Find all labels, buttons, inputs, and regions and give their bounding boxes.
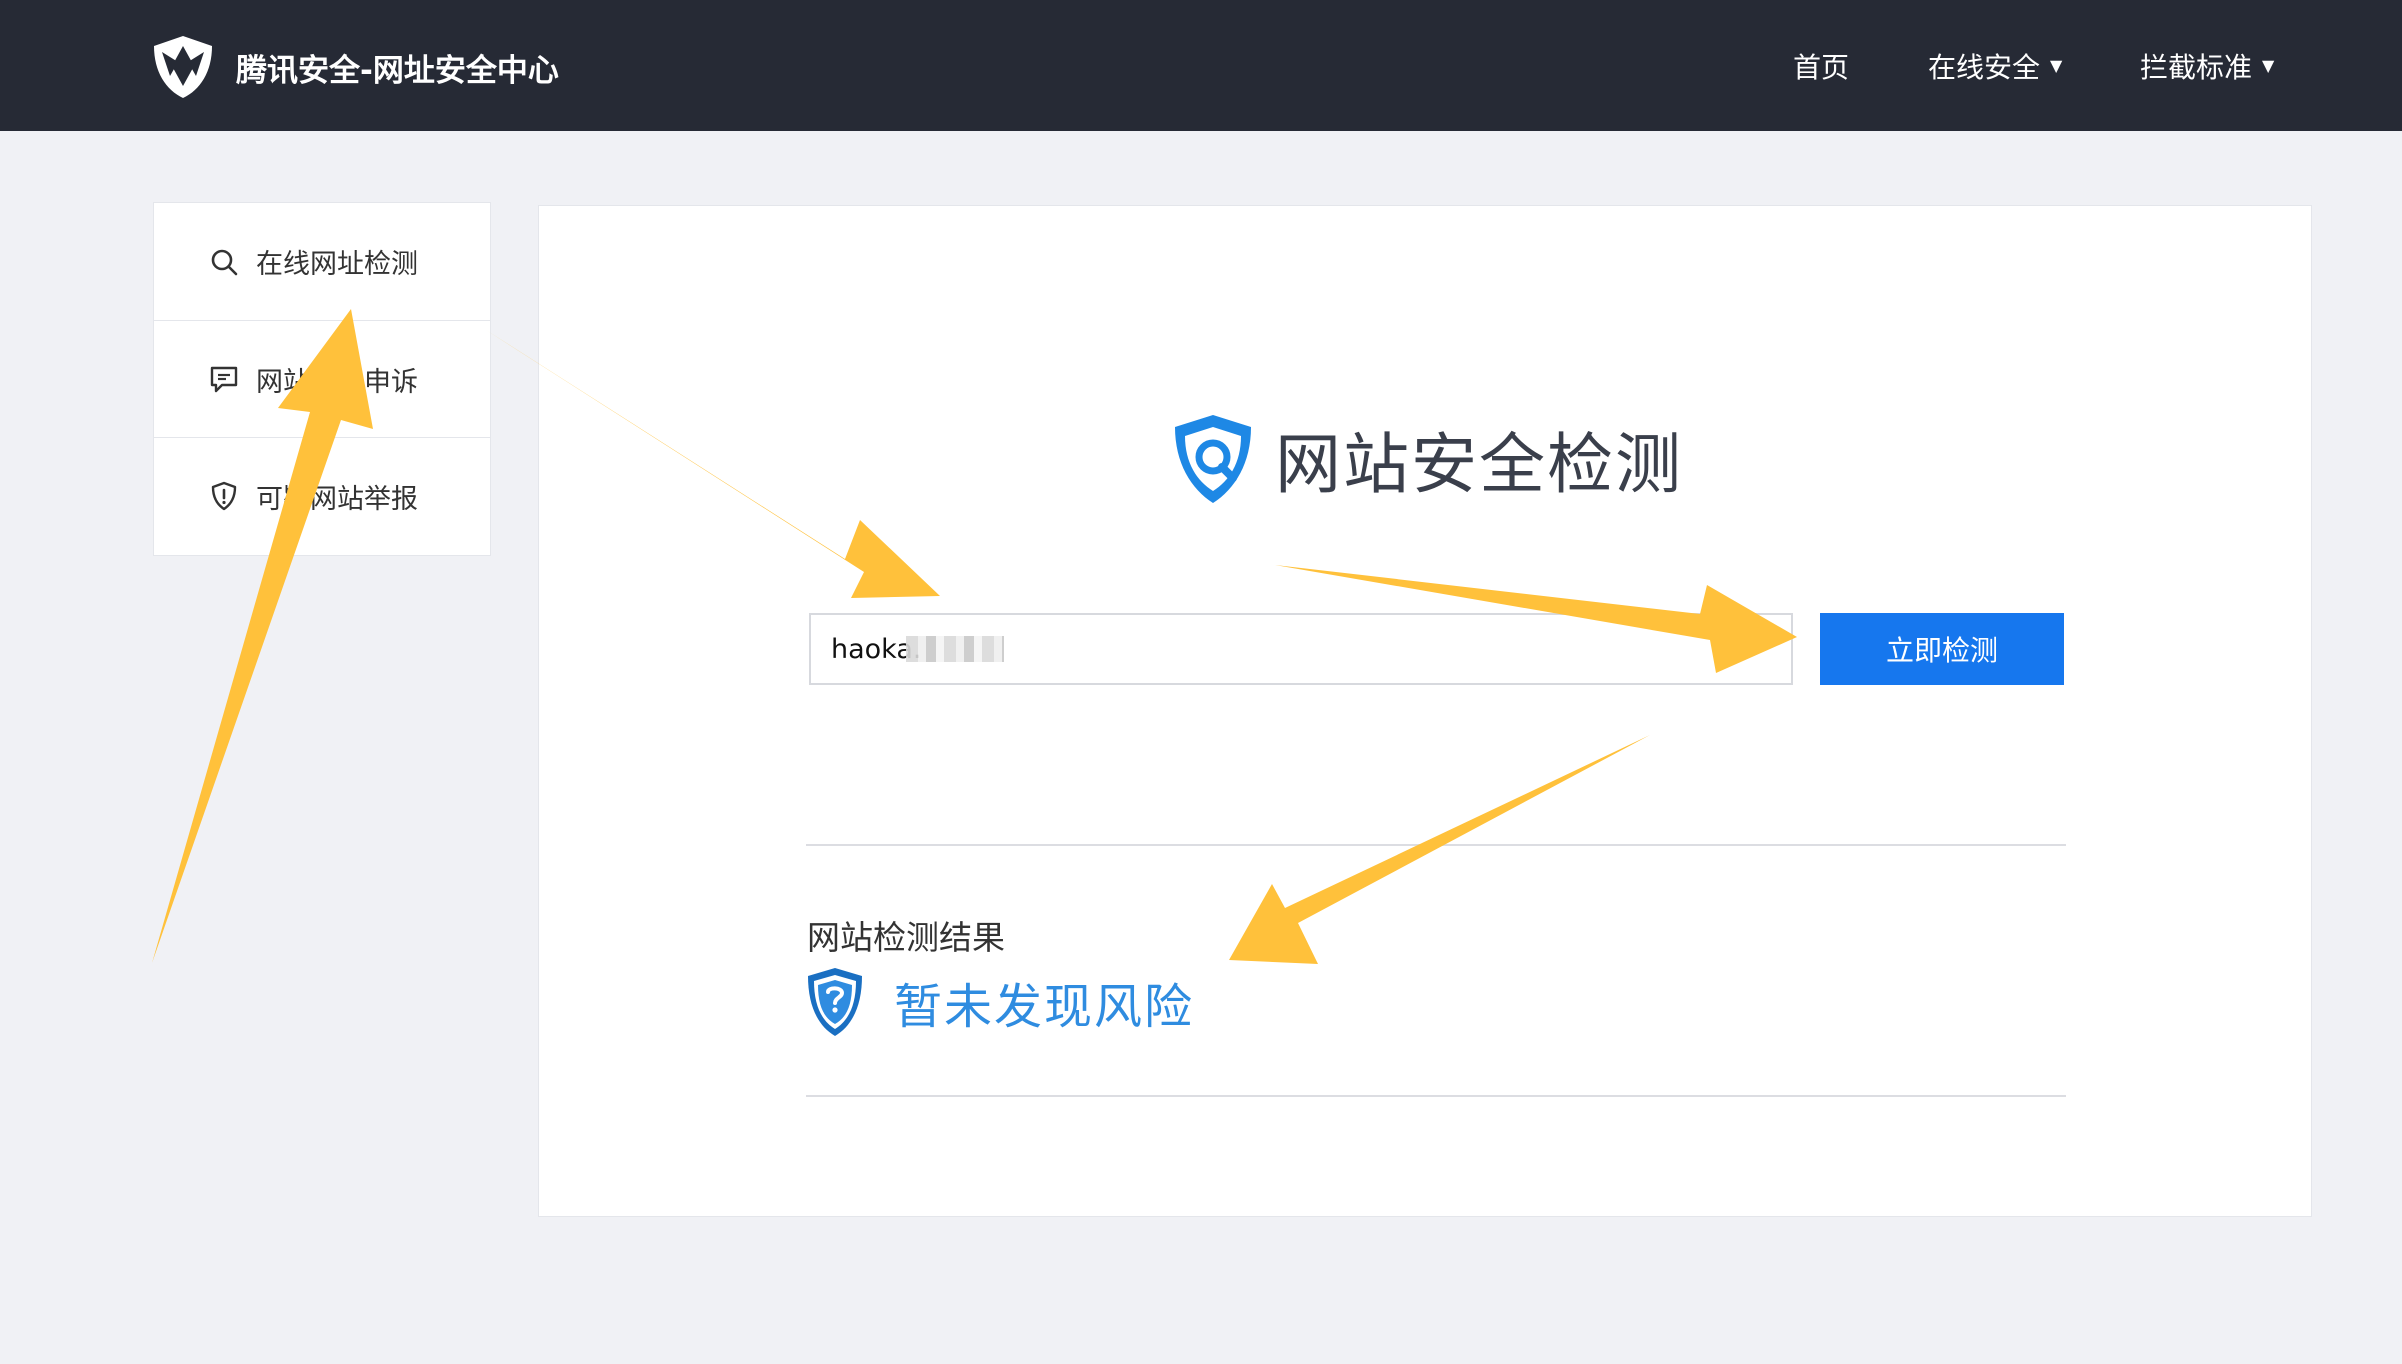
redacted-url-part [906, 636, 1004, 662]
main-panel: 网站安全检测 立即检测 网站检测结果 暂未发现风险 [538, 205, 2312, 1217]
result-heading: 网站检测结果 [807, 918, 1005, 957]
divider [806, 844, 2066, 846]
sidebar-item-suspicious-report[interactable]: 可疑网站举报 [154, 437, 490, 554]
caret-down-icon: ▼ [2050, 56, 2063, 75]
nav-home-label: 首页 [1793, 50, 1850, 84]
sidebar-item-label: 网站误报申诉 [256, 366, 418, 398]
check-now-button[interactable]: 立即检测 [1820, 613, 2064, 685]
blue-shield-icon [808, 968, 862, 1036]
caret-down-icon: ▼ [2262, 56, 2275, 75]
page-heading: 网站安全检测 [1169, 411, 1683, 507]
nav-home[interactable]: 首页 [1793, 0, 1849, 131]
nav-online-security[interactable]: 在线安全 ▼ [1928, 0, 2062, 131]
search-icon [211, 249, 238, 275]
sidebar-item-url-check[interactable]: 在线网址检测 [154, 203, 490, 320]
top-navigation-bar: 腾讯安全-网址安全中心 首页 在线安全 ▼ 拦截标准 ▼ [0, 0, 2402, 131]
brand-title: 腾讯安全-网址安全中心 [236, 52, 559, 89]
result-text: 暂未发现风险 [894, 979, 1195, 1035]
nav-online-security-label: 在线安全 [1928, 50, 2041, 84]
divider [806, 1095, 2066, 1097]
nav-block-standard-label: 拦截标准 [2140, 50, 2253, 84]
chat-icon [210, 366, 238, 393]
sidebar: 在线网址检测 网站误报申诉 可疑网站举报 [153, 202, 491, 556]
tencent-security-logo-icon [154, 36, 212, 98]
page-title: 网站安全检测 [1275, 426, 1683, 503]
shield-alert-icon [211, 481, 237, 511]
sidebar-item-label: 可疑网站举报 [256, 483, 418, 515]
sidebar-item-false-positive-appeal[interactable]: 网站误报申诉 [154, 320, 490, 437]
brand[interactable]: 腾讯安全-网址安全中心 [148, 32, 559, 102]
shield-search-icon [1175, 415, 1251, 503]
result-status: 暂未发现风险 [806, 966, 1194, 1038]
nav-block-standard[interactable]: 拦截标准 ▼ [2140, 0, 2274, 131]
sidebar-item-label: 在线网址检测 [256, 249, 418, 280]
